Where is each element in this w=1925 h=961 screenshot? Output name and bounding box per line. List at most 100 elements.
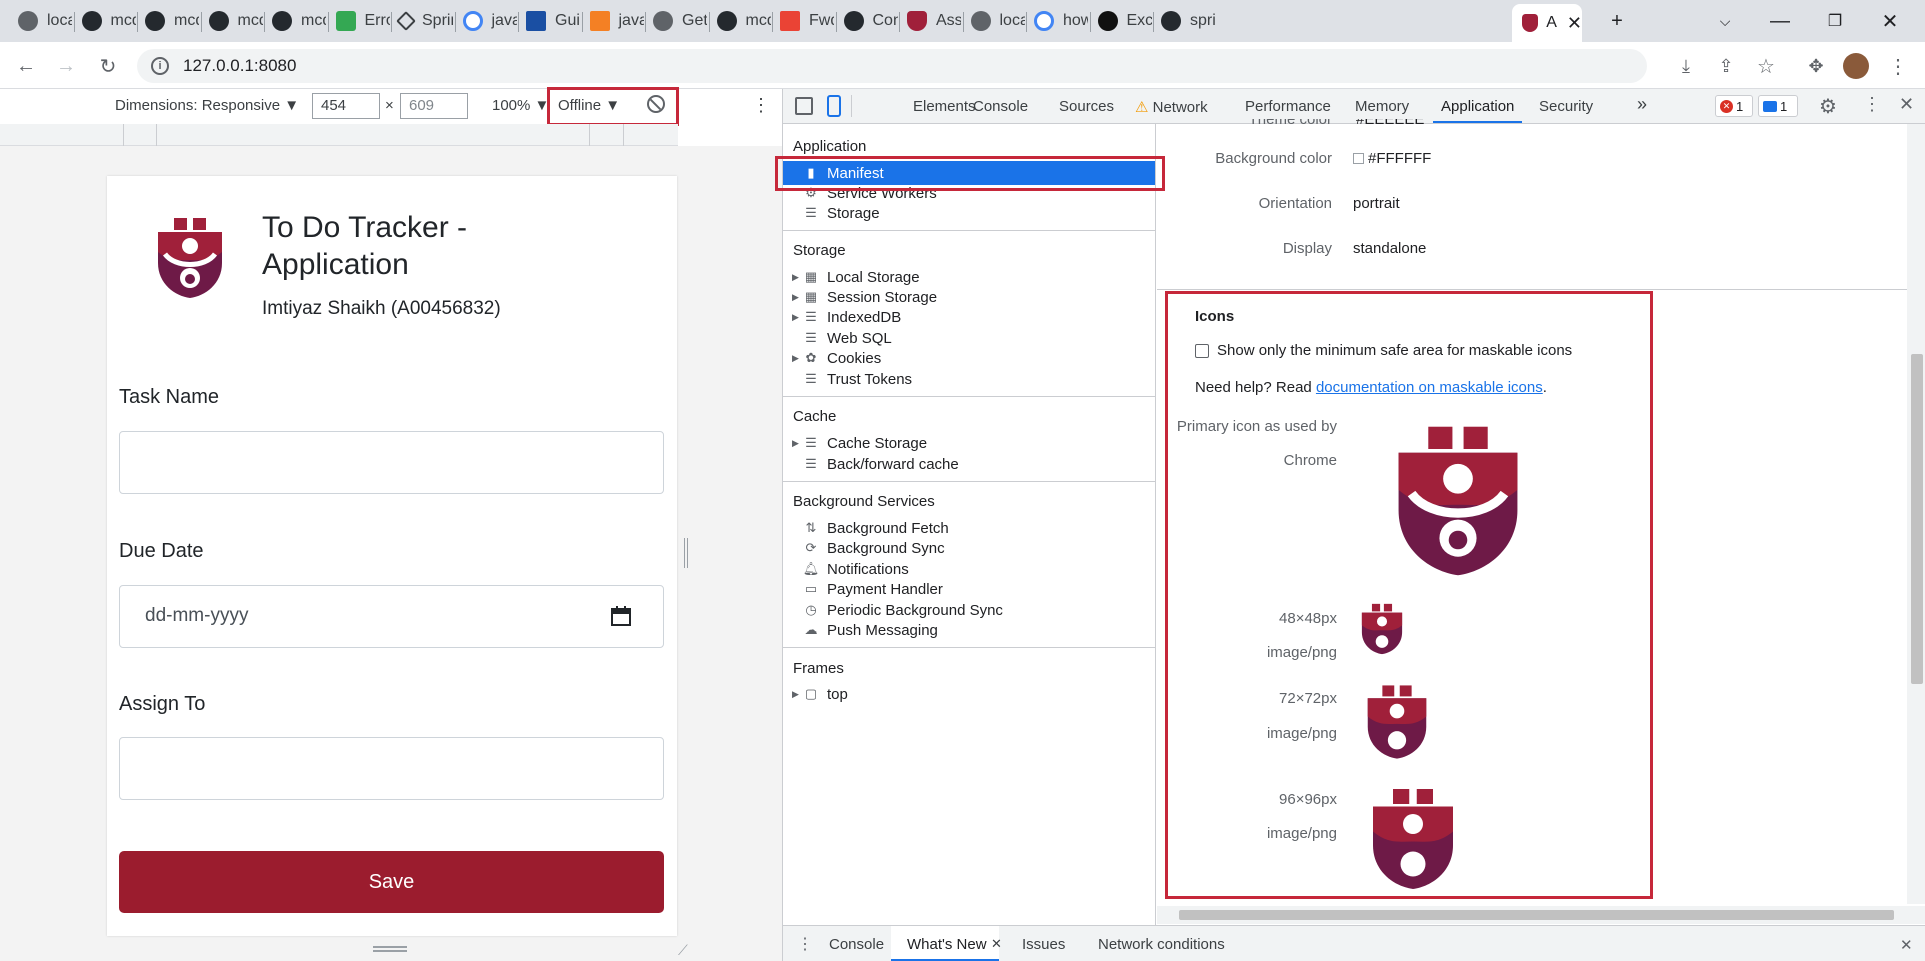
expand-arrow-icon[interactable]: ▶	[792, 438, 799, 449]
browser-tab[interactable]: mcd	[76, 8, 136, 34]
expand-arrow-icon[interactable]: ▶	[792, 292, 799, 303]
drawer-tab-whats-new[interactable]: What's New	[907, 936, 987, 953]
browser-tab[interactable]: how	[1028, 8, 1088, 34]
tab-search-icon[interactable]: ⌵	[1710, 6, 1740, 36]
browser-tab[interactable]: Sprin	[393, 8, 453, 34]
task-name-input[interactable]	[119, 431, 664, 494]
assign-to-input[interactable]	[119, 737, 664, 800]
sidebar-item-notifications[interactable]: 🔔︎ Notifications	[803, 559, 909, 579]
devtools-tab-performance[interactable]: Performance	[1245, 98, 1331, 115]
sidebar-item-web-sql[interactable]: ☰ Web SQL	[803, 328, 892, 348]
drawer-tab-console[interactable]: Console	[829, 936, 884, 953]
resize-handle-bottom[interactable]	[373, 946, 407, 952]
bookmark-star-icon[interactable]: ☆	[1750, 50, 1782, 82]
avatar[interactable]	[1840, 50, 1872, 82]
sidebar-item-session-storage[interactable]: ▶ ▦ Session Storage	[792, 287, 937, 307]
dimensions-dropdown[interactable]: Dimensions: Responsive ▼	[115, 97, 299, 114]
settings-gear-icon[interactable]: ⚙	[1819, 94, 1837, 119]
devtools-tab-memory[interactable]: Memory	[1355, 98, 1409, 115]
height-input[interactable]: 609	[400, 93, 468, 119]
inspect-element-icon[interactable]	[795, 97, 813, 115]
close-drawer-icon[interactable]: ✕	[1900, 936, 1913, 954]
close-devtools-icon[interactable]: ✕	[1899, 94, 1914, 115]
extensions-puzzle-icon[interactable]: ✥	[1800, 50, 1832, 82]
expand-arrow-icon[interactable]: ▶	[792, 689, 799, 700]
browser-tab[interactable]: local	[12, 8, 72, 34]
back-arrow-icon[interactable]: ←	[10, 50, 42, 82]
calendar-icon[interactable]	[611, 606, 631, 626]
devtools-tab-elements[interactable]: Elements	[913, 98, 976, 115]
vertical-scrollbar[interactable]	[1907, 124, 1925, 904]
due-date-input[interactable]: dd-mm-yyyy	[119, 585, 664, 648]
save-button[interactable]: Save	[119, 851, 664, 913]
forward-arrow-icon[interactable]: →	[50, 50, 82, 82]
sidebar-item-storage[interactable]: ☰ Storage	[803, 203, 879, 223]
error-count-badge[interactable]: ✕ 1	[1715, 95, 1753, 117]
minimize-icon[interactable]: —	[1765, 6, 1795, 36]
browser-tab[interactable]: Exce	[1092, 8, 1152, 34]
sidebar-item-cookies[interactable]: ▶ ✿ Cookies	[792, 348, 881, 368]
sidebar-item-back-forward-cache[interactable]: ☰ Back/forward cache	[803, 454, 959, 474]
expand-arrow-icon[interactable]: ▶	[792, 353, 799, 364]
close-tab-icon[interactable]: ✕	[1567, 13, 1582, 34]
drawer-menu-icon[interactable]: ⋮	[797, 934, 813, 954]
browser-tab[interactable]: Con	[838, 8, 898, 34]
url-text[interactable]: 127.0.0.1:8080	[183, 56, 296, 76]
resize-handle-right[interactable]	[684, 538, 688, 568]
more-tabs-icon[interactable]: »	[1637, 94, 1647, 115]
width-input[interactable]: 454	[312, 93, 380, 119]
browser-tab[interactable]: Fwd	[774, 8, 834, 34]
reload-icon[interactable]: ↻	[92, 50, 124, 82]
sidebar-item-local-storage[interactable]: ▶ ▦ Local Storage	[792, 267, 920, 287]
devtools-tab-console[interactable]: Console	[973, 98, 1028, 115]
browser-tab[interactable]: sprin	[1155, 8, 1215, 34]
info-icon[interactable]: i	[151, 57, 169, 75]
sidebar-item-trust-tokens[interactable]: ☰ Trust Tokens	[803, 369, 912, 389]
active-tab[interactable]: A ✕	[1512, 4, 1582, 42]
sidebar-item-background-fetch[interactable]: ⇅ Background Fetch	[803, 518, 949, 538]
browser-tab[interactable]: Get	[647, 8, 707, 34]
expand-arrow-icon[interactable]: ▶	[792, 312, 799, 323]
browser-tab[interactable]: local	[965, 8, 1025, 34]
sidebar-item-payment-handler[interactable]: ▭ Payment Handler	[803, 579, 943, 599]
zoom-dropdown[interactable]: 100% ▼	[492, 97, 549, 114]
vertical-scroll-thumb[interactable]	[1911, 354, 1923, 684]
browser-tab[interactable]: mcd	[266, 8, 326, 34]
browser-tab[interactable]: mcd	[139, 8, 199, 34]
sidebar-item-top-frame[interactable]: ▶ ▢ top	[792, 684, 848, 704]
devtools-menu-icon[interactable]: ⋮	[1863, 94, 1881, 115]
drawer-tab-network-conditions[interactable]: Network conditions	[1098, 936, 1225, 953]
browser-tab[interactable]: mcd	[203, 8, 263, 34]
share-icon[interactable]: ⇪	[1710, 50, 1742, 82]
sidebar-item-push-messaging[interactable]: ☁ Push Messaging	[803, 620, 938, 640]
sidebar-item-periodic-background-sync[interactable]: ◷ Periodic Background Sync	[803, 600, 1003, 620]
device-toggle-icon[interactable]	[827, 95, 841, 117]
browser-tab[interactable]: Guic	[520, 8, 580, 34]
devtools-tab-network[interactable]: ⚠ Network	[1135, 98, 1208, 116]
horizontal-scroll-thumb[interactable]	[1179, 910, 1894, 920]
horizontal-scrollbar[interactable]	[1157, 906, 1925, 924]
install-app-icon[interactable]: ⤓	[1670, 50, 1702, 82]
new-tab-button[interactable]: +	[1602, 6, 1632, 36]
browser-tab[interactable]: java	[457, 8, 517, 34]
expand-arrow-icon[interactable]: ▶	[792, 272, 799, 283]
browser-menu-icon[interactable]: ⋮	[1882, 50, 1914, 82]
address-bar[interactable]: i 127.0.0.1:8080	[137, 49, 1647, 83]
browser-tab[interactable]: Erro	[330, 8, 390, 34]
browser-tab[interactable]: mcd	[711, 8, 771, 34]
drawer-tab-issues[interactable]: Issues	[1022, 936, 1065, 953]
sidebar-item-cache-storage[interactable]: ▶ ☰ Cache Storage	[792, 433, 927, 453]
devtools-tab-application[interactable]: Application	[1433, 98, 1523, 123]
browser-tab[interactable]: java	[584, 8, 644, 34]
resize-corner-icon[interactable]: ⟋	[678, 942, 688, 959]
close-window-icon[interactable]: ✕	[1875, 6, 1905, 36]
close-drawer-tab-icon[interactable]: ✕	[991, 936, 1002, 952]
sidebar-item-indexeddb[interactable]: ▶ ☰ IndexedDB	[792, 307, 901, 327]
devtools-tab-sources[interactable]: Sources	[1059, 98, 1114, 115]
sidebar-item-background-sync[interactable]: ⟳ Background Sync	[803, 538, 945, 558]
message-count-badge[interactable]: 1	[1758, 95, 1798, 117]
devtools-tab-security[interactable]: Security	[1539, 98, 1593, 115]
browser-tab[interactable]: Assi	[901, 8, 961, 34]
device-more-icon[interactable]: ⋮	[752, 95, 770, 116]
restore-icon[interactable]: ❐	[1820, 6, 1850, 36]
